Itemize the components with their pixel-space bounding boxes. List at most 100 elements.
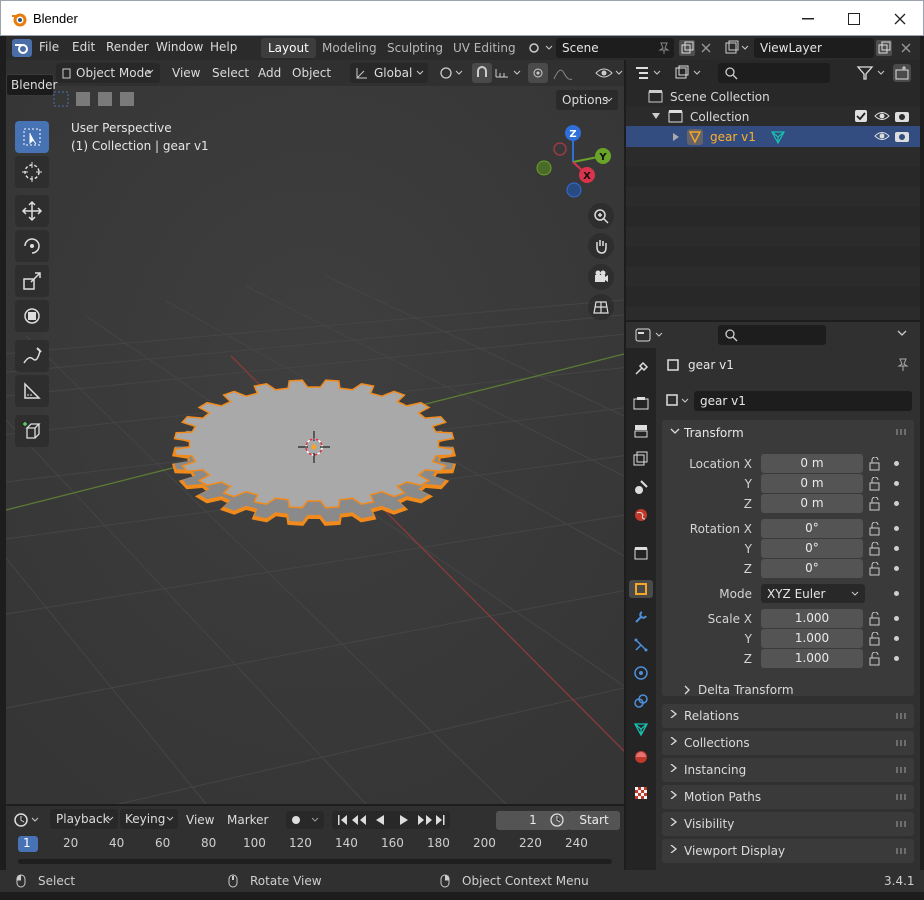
lock-icon[interactable] <box>868 522 882 536</box>
menu-edit[interactable]: Edit <box>72 40 95 54</box>
3d-viewport[interactable]: User Perspective (1) Collection | gear v… <box>6 86 624 804</box>
camera-view-button[interactable] <box>588 264 614 290</box>
panel-grip[interactable] <box>896 794 908 800</box>
eye-icon[interactable] <box>874 109 890 123</box>
eye-icon[interactable] <box>874 129 890 143</box>
instancing-panel[interactable]: Instancing <box>662 758 914 782</box>
tab-modifiers[interactable] <box>632 608 650 626</box>
render-camera-icon[interactable] <box>894 129 910 143</box>
timeline-menu-view[interactable]: View <box>186 813 214 827</box>
lock-icon[interactable] <box>868 457 882 471</box>
keyframe-dot[interactable] <box>894 566 899 571</box>
properties-editor-type-icon[interactable] <box>634 326 666 344</box>
pivot-point-icon[interactable] <box>438 65 466 81</box>
falloff-icon[interactable] <box>552 65 578 81</box>
cursor-tool[interactable] <box>15 156 49 188</box>
pan-button[interactable] <box>588 233 614 259</box>
viewport-display-panel[interactable]: Viewport Display <box>662 839 914 863</box>
scale-z-field[interactable]: 1.000 <box>761 649 863 668</box>
viewlayer-selector-icon[interactable] <box>724 40 750 56</box>
tab-texture[interactable] <box>632 784 650 802</box>
viewport-menu-object[interactable]: Object <box>292 66 331 80</box>
menu-render[interactable]: Render <box>106 40 149 54</box>
tab-sculpting[interactable]: Sculpting <box>380 38 450 58</box>
filter-icon[interactable] <box>856 64 888 82</box>
zoom-button[interactable] <box>588 203 614 229</box>
mesh-data-icon[interactable] <box>770 129 786 145</box>
object-browse-icon[interactable] <box>664 392 692 410</box>
menu-file[interactable]: File <box>39 40 59 54</box>
lock-icon[interactable] <box>868 477 882 491</box>
collapse-arrow-icon[interactable] <box>672 133 680 141</box>
snap-target-icon[interactable] <box>494 65 524 81</box>
move-tool[interactable] <box>15 195 49 227</box>
new-collection-icon[interactable] <box>892 63 912 83</box>
start-frame-field[interactable]: Start <box>568 811 620 830</box>
panel-grip[interactable] <box>896 713 908 719</box>
keyframe-dot[interactable] <box>894 501 899 506</box>
display-mode-icon[interactable] <box>674 64 704 82</box>
keyframe-dot[interactable] <box>894 461 899 466</box>
scale-x-field[interactable]: 1.000 <box>761 609 863 628</box>
location-y-field[interactable]: 0 m <box>761 474 863 493</box>
scale-y-field[interactable]: 1.000 <box>761 629 863 648</box>
panel-grip[interactable] <box>896 821 908 827</box>
keyframe-dot[interactable] <box>894 546 899 551</box>
snap-icon[interactable] <box>472 63 492 83</box>
keyframe-dot[interactable] <box>894 636 899 641</box>
tab-physics[interactable] <box>632 664 650 682</box>
rotate-tool[interactable] <box>15 230 49 262</box>
maximize-button[interactable] <box>831 5 877 33</box>
lock-icon[interactable] <box>868 562 882 576</box>
perspective-toggle-button[interactable] <box>588 294 614 320</box>
rotation-z-field[interactable]: 0° <box>761 559 863 578</box>
scene-name-field[interactable]: Scene <box>556 38 674 58</box>
keying-dropdown[interactable]: Keying <box>120 809 178 829</box>
measure-tool[interactable] <box>15 375 49 407</box>
auto-keying-icon[interactable] <box>286 811 324 829</box>
lock-icon[interactable] <box>868 497 882 511</box>
panel-grip[interactable] <box>896 740 908 746</box>
object-name-field[interactable]: gear v1 <box>694 391 912 411</box>
properties-search-input[interactable] <box>718 325 826 345</box>
chevron-down-icon[interactable] <box>896 329 908 339</box>
lock-icon[interactable] <box>868 652 882 666</box>
tab-data[interactable] <box>632 720 650 738</box>
playback-controls[interactable] <box>332 811 450 829</box>
blender-menu-icon[interactable] <box>12 39 32 57</box>
viewport-menu-view[interactable]: View <box>172 66 200 80</box>
keyframe-dot[interactable] <box>894 481 899 486</box>
transform-tool[interactable] <box>15 300 49 332</box>
object-mode-dropdown[interactable]: Object Mode <box>56 63 160 83</box>
viewport-menu-add[interactable]: Add <box>258 66 281 80</box>
menu-window[interactable]: Window <box>156 40 203 54</box>
add-cube-tool[interactable] <box>15 415 49 447</box>
pin-icon[interactable] <box>658 41 670 55</box>
tab-render[interactable] <box>632 394 650 412</box>
tab-scene[interactable] <box>632 478 650 496</box>
preview-range-icon[interactable] <box>547 811 567 829</box>
tab-constraints[interactable] <box>632 692 650 710</box>
collections-panel[interactable]: Collections <box>662 731 914 755</box>
selection-mode-icons[interactable] <box>50 90 146 108</box>
scale-tool[interactable] <box>15 265 49 297</box>
checkbox-checked-icon[interactable] <box>854 109 868 123</box>
rotation-mode-dropdown[interactable]: XYZ Euler <box>761 584 865 603</box>
keyframe-dot[interactable] <box>894 591 899 596</box>
panel-grip[interactable] <box>896 848 908 854</box>
outliner-row-gear-v1[interactable]: gear v1 <box>626 126 920 147</box>
editor-type-icon[interactable] <box>12 811 42 829</box>
lock-icon[interactable] <box>868 542 882 556</box>
tab-output[interactable] <box>632 422 650 440</box>
expand-arrow-icon[interactable] <box>652 112 660 120</box>
keyframe-dot[interactable] <box>894 616 899 621</box>
pin-icon[interactable] <box>896 357 910 373</box>
select-box-tool[interactable] <box>15 121 49 153</box>
tab-layout[interactable]: Layout <box>261 38 316 58</box>
visibility-panel[interactable]: Visibility <box>662 812 914 836</box>
outliner-row-collection[interactable]: Collection <box>626 106 920 126</box>
relations-panel[interactable]: Relations <box>662 704 914 728</box>
timeline-scrollbar[interactable] <box>18 859 612 864</box>
outliner-row-scene-collection[interactable]: Scene Collection <box>626 86 920 106</box>
tab-collection[interactable] <box>632 544 650 562</box>
